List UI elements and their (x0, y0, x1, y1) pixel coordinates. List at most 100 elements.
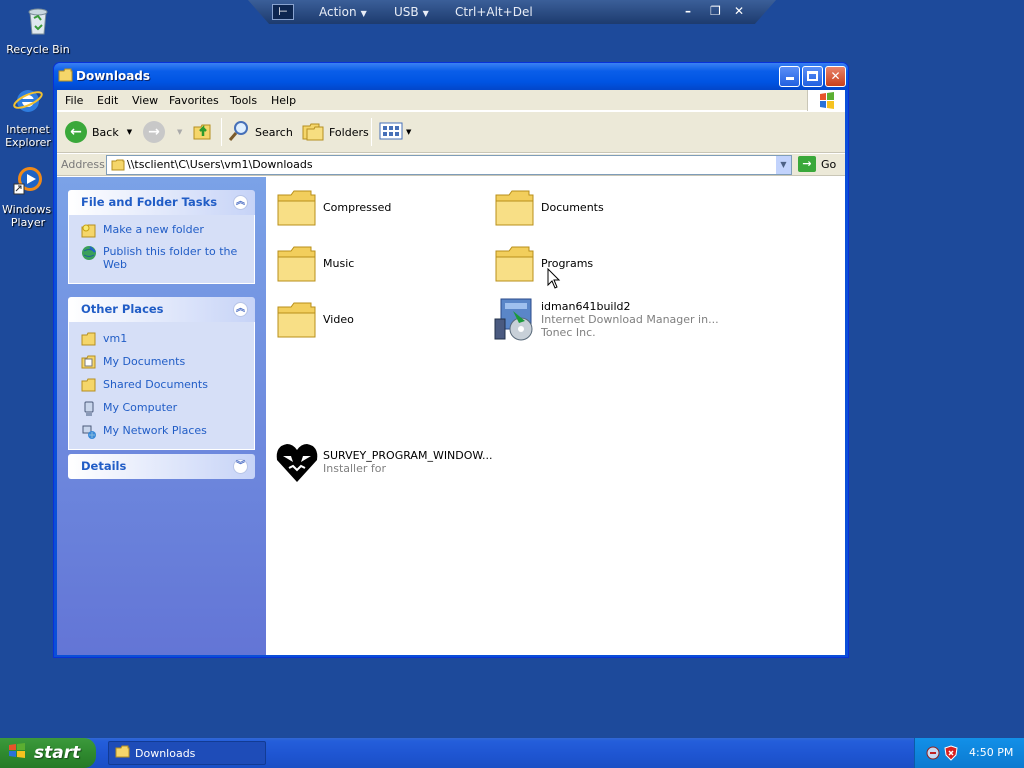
menu-bar: File Edit View Favorites Tools Help (57, 90, 845, 111)
panel-title: Details (81, 459, 127, 473)
search-button[interactable]: Search (227, 119, 293, 145)
address-label: Address (61, 158, 105, 171)
task-label: Make a new folder (103, 223, 204, 236)
close-button[interactable]: ✕ (825, 66, 846, 87)
start-label: start (34, 743, 81, 763)
place-label: Shared Documents (103, 378, 208, 391)
collapse-chevron-icon[interactable]: ︽ (233, 195, 248, 210)
minimize-button[interactable] (779, 66, 800, 87)
panel-header[interactable]: Details ︾ (68, 454, 255, 479)
desktop-icon-internet-explorer[interactable]: Internet Explorer (2, 84, 54, 149)
up-folder-button[interactable] (192, 119, 216, 145)
start-button[interactable]: start (0, 738, 96, 768)
ctrl-alt-del-button[interactable]: Ctrl+Alt+Del (455, 5, 533, 19)
menu-view[interactable]: View (132, 94, 158, 107)
taskbar-button-downloads[interactable]: Downloads (108, 741, 266, 765)
title-bar[interactable]: Downloads ✕ (54, 63, 848, 90)
clock: 4:50 PM (969, 746, 1014, 759)
collapse-chevron-icon[interactable]: ︽ (233, 302, 248, 317)
file-item-documents[interactable]: Documents (491, 183, 604, 231)
menu-tools[interactable]: Tools (230, 94, 257, 107)
menu-edit[interactable]: Edit (97, 94, 118, 107)
close-icon[interactable]: ✕ (734, 4, 744, 18)
folders-button[interactable]: Folders (301, 119, 369, 145)
file-item-idman-installer[interactable]: idman641build2 Internet Download Manager… (491, 295, 719, 343)
desktop-icon-recycle-bin[interactable]: Recycle Bin (2, 4, 74, 56)
globe-icon (81, 245, 97, 261)
menu-favorites[interactable]: Favorites (169, 94, 219, 107)
file-item-survey-program[interactable]: SURVEY_PROGRAM_WINDOW... Installer for (273, 438, 493, 486)
file-item-programs[interactable]: Programs (491, 239, 593, 287)
minimize-icon[interactable]: – (685, 4, 691, 18)
views-button[interactable]: ▼ (379, 119, 411, 145)
taskbar-button-label: Downloads (135, 746, 196, 760)
folder-icon (491, 183, 539, 231)
expand-chevron-icon[interactable]: ︾ (233, 459, 248, 474)
file-name: Documents (541, 200, 604, 214)
task-make-new-folder[interactable]: Make a new folder (81, 223, 254, 239)
chevron-down-icon: ▼ (360, 9, 367, 18)
security-shield-icon[interactable] (943, 745, 959, 764)
windows-logo-icon (807, 90, 845, 111)
mouse-cursor-icon (547, 267, 561, 293)
panel-body: Make a new folder Publish this folder to… (68, 215, 255, 284)
folder-icon (58, 68, 73, 85)
pin-icon[interactable]: ⊢ (272, 4, 294, 20)
go-button[interactable]: → Go (798, 156, 836, 172)
place-label: My Network Places (103, 424, 207, 437)
system-tray: 4:50 PM (914, 738, 1024, 768)
explorer-window: Downloads ✕ File Edit View Favorites Too… (53, 62, 849, 658)
address-dropdown-button[interactable]: ▼ (775, 156, 791, 174)
desktop-icon-windows-media-player[interactable]: Windows Media Player (2, 164, 54, 229)
menu-file[interactable]: File (65, 94, 83, 107)
task-publish-to-web[interactable]: Publish this folder to the Web (81, 245, 254, 271)
folders-label: Folders (329, 125, 369, 139)
panel-title: File and Folder Tasks (81, 195, 218, 209)
search-icon (227, 119, 251, 146)
toolbar-separator (221, 118, 222, 146)
action-menu[interactable]: Action ▼ (319, 5, 367, 19)
folders-icon (301, 120, 325, 145)
folder-icon (273, 183, 321, 231)
file-item-video[interactable]: Video (273, 295, 354, 343)
file-item-compressed[interactable]: Compressed (273, 183, 391, 231)
folder-icon (81, 332, 97, 348)
file-company: Tonec Inc. (541, 325, 596, 339)
place-shared-documents[interactable]: Shared Documents (81, 378, 254, 394)
chevron-down-icon: ▼ (422, 9, 429, 18)
restore-icon[interactable]: ❐ (710, 4, 721, 18)
place-my-network-places[interactable]: My Network Places (81, 424, 254, 440)
place-label: vm1 (103, 332, 128, 345)
menu-help[interactable]: Help (271, 94, 296, 107)
file-name: Compressed (323, 200, 392, 214)
my-documents-icon (81, 355, 97, 371)
place-label: My Documents (103, 355, 186, 368)
new-folder-icon (81, 223, 97, 239)
place-vm1[interactable]: vm1 (81, 332, 254, 348)
task-pane: File and Folder Tasks ︽ Make a new folde… (57, 177, 266, 655)
installer-icon (491, 295, 539, 343)
address-field[interactable]: \\tsclient\C\Users\vm1\Downloads ▼ (106, 155, 792, 175)
other-places-panel: Other Places ︽ vm1 My Documents Shared D… (68, 297, 255, 450)
maximize-button[interactable] (802, 66, 823, 87)
minimize-icon (785, 77, 794, 80)
panel-header[interactable]: Other Places ︽ (68, 297, 255, 322)
place-my-computer[interactable]: My Computer (81, 401, 254, 417)
internet-explorer-icon (12, 84, 44, 116)
panel-header[interactable]: File and Folder Tasks ︽ (68, 190, 255, 215)
address-value: \\tsclient\C\Users\vm1\Downloads (127, 158, 313, 171)
back-button[interactable]: ← Back ▼ (65, 119, 132, 145)
folder-icon (491, 239, 539, 287)
file-item-music[interactable]: Music (273, 239, 354, 287)
network-icon[interactable] (925, 745, 941, 764)
place-my-documents[interactable]: My Documents (81, 355, 254, 371)
usb-menu[interactable]: USB ▼ (394, 5, 429, 19)
forward-button[interactable]: → ▼ (143, 119, 182, 145)
chevron-down-icon: ▼ (780, 160, 787, 169)
my-computer-icon (81, 401, 97, 417)
media-player-icon (12, 164, 44, 196)
file-description: Internet Download Manager in... (541, 312, 719, 326)
windows-logo-icon (8, 742, 28, 765)
go-label: Go (821, 157, 837, 171)
file-name: SURVEY_PROGRAM_WINDOW... (323, 449, 493, 462)
